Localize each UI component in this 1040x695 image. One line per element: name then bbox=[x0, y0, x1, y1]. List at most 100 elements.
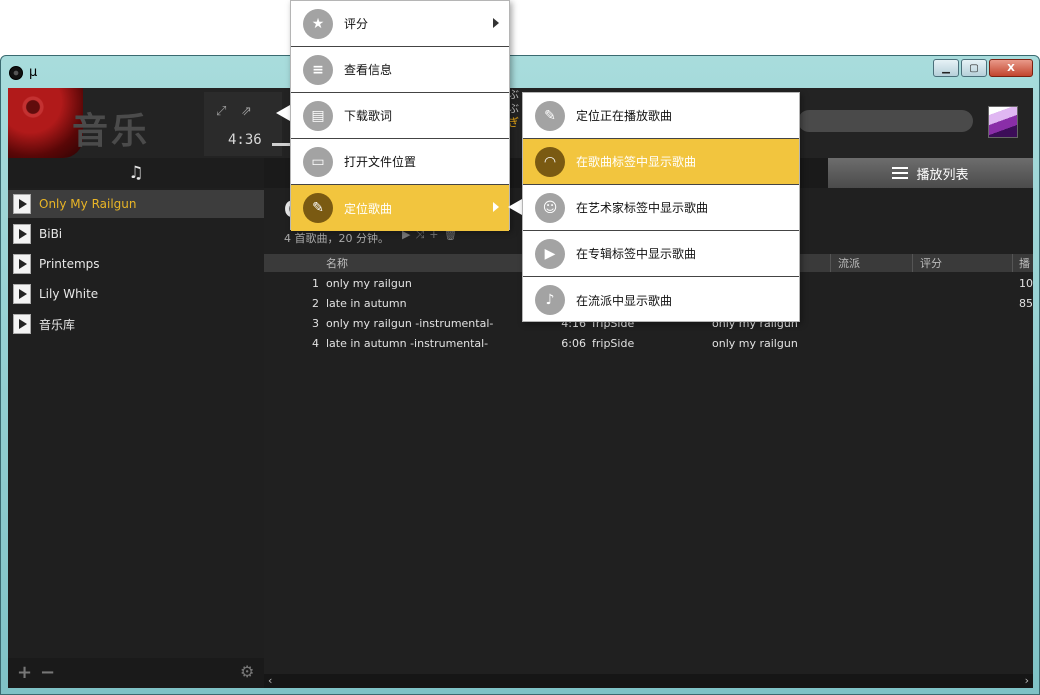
menu-item-label: 定位歌曲 bbox=[344, 201, 393, 216]
menu-item-label: 定位正在播放歌曲 bbox=[576, 109, 673, 123]
tab-music[interactable]: ♫ bbox=[8, 158, 264, 188]
pin-icon: ✎ bbox=[303, 193, 333, 223]
column-divider[interactable] bbox=[1012, 254, 1013, 272]
track-title: only my railgun -instrumental- bbox=[326, 317, 494, 330]
column-divider[interactable] bbox=[912, 254, 913, 272]
popout-icon[interactable]: ⇗ bbox=[241, 104, 252, 119]
info-icon: ≡ bbox=[303, 54, 333, 85]
menu-item-label: 在艺术家标签中显示歌曲 bbox=[576, 201, 709, 215]
sidebar-item-music-library[interactable]: 音乐库 bbox=[8, 310, 264, 338]
sidebar-item-label: Only My Railgun bbox=[39, 197, 137, 211]
playlist-icon bbox=[13, 284, 31, 304]
artist-icon: ☺ bbox=[535, 192, 565, 223]
tab-playlist-label: 播放列表 bbox=[916, 167, 969, 183]
tab-playlist[interactable]: 播放列表 bbox=[828, 158, 1033, 188]
menu-item-locate-song[interactable]: ✎ 定位歌曲 bbox=[291, 185, 509, 231]
sidebar-item-bibi[interactable]: BiBi bbox=[8, 220, 264, 248]
track-number: 2 bbox=[312, 297, 319, 310]
sidebar-item-label: Lily White bbox=[39, 287, 99, 301]
close-button[interactable]: X bbox=[989, 59, 1033, 77]
menu-item-rate[interactable]: ★ 评分 bbox=[291, 1, 509, 47]
track-number: 4 bbox=[312, 337, 319, 350]
playlist-summary: 4 首歌曲，20 分钟。 bbox=[284, 232, 389, 245]
column-play-count[interactable]: 播 bbox=[1019, 255, 1030, 271]
menu-item-label: 在专辑标签中显示歌曲 bbox=[576, 247, 697, 261]
submenu-pointer bbox=[508, 199, 522, 215]
menu-item-label: 下载歌词 bbox=[344, 109, 393, 123]
track-title: only my railgun bbox=[326, 277, 412, 290]
menu-item-show-in-albums-tab[interactable]: ▶ 在专辑标签中显示歌曲 bbox=[523, 231, 799, 277]
track-number: 1 bbox=[312, 277, 319, 290]
submenu-arrow-icon bbox=[493, 18, 499, 28]
sidebar-item-only-my-railgun[interactable]: Only My Railgun bbox=[8, 190, 264, 218]
sidebar-item-label: BiBi bbox=[39, 227, 63, 241]
tab-bar: ♫ 播放列表 bbox=[8, 158, 1033, 188]
user-avatar[interactable] bbox=[988, 106, 1018, 138]
track-number: 3 bbox=[312, 317, 319, 330]
menu-pointer bbox=[276, 105, 290, 121]
menu-item-label: 打开文件位置 bbox=[344, 155, 417, 169]
expand-icon[interactable]: ⤢ bbox=[216, 104, 226, 119]
window-title: μ bbox=[29, 65, 38, 80]
column-genre[interactable]: 流派 bbox=[838, 255, 860, 271]
playlist-icon bbox=[13, 194, 31, 214]
track-duration: 6:06 bbox=[561, 337, 586, 350]
track-title: late in autumn bbox=[326, 297, 407, 310]
window-controls: ▁ ▢ X bbox=[931, 59, 1033, 77]
track-play-count: 85 bbox=[1019, 297, 1033, 310]
search-input[interactable] bbox=[798, 110, 973, 132]
playlist-icon bbox=[13, 254, 31, 274]
context-menu: ★ 评分 ≡ 查看信息 ▤ 下载歌词 ▭ 打开文件位置 ✎ 定位歌曲 bbox=[290, 0, 510, 231]
playlist-icon bbox=[13, 224, 31, 244]
menu-item-download-lyrics[interactable]: ▤ 下载歌词 bbox=[291, 93, 509, 139]
list-icon bbox=[892, 167, 909, 179]
track-artist: fripSide bbox=[592, 337, 635, 350]
add-playlist-button[interactable]: + bbox=[17, 662, 32, 683]
scroll-right-arrow[interactable]: › bbox=[1025, 674, 1029, 687]
time-display: 4:36 bbox=[228, 132, 262, 148]
track-title: late in autumn -instrumental- bbox=[326, 337, 489, 350]
title-bar[interactable]: μ ▁ ▢ X bbox=[1, 56, 1039, 88]
column-divider[interactable] bbox=[830, 254, 831, 272]
app-client-area: 音乐 ⤢ ⇗ 4:36 ぶ ぶ ぎ ♫ 播放列表 Only My Railgun… bbox=[8, 88, 1033, 688]
menu-item-show-in-genres[interactable]: ♪ 在流派中显示歌曲 bbox=[523, 277, 799, 323]
app-window: μ ▁ ▢ X 音乐 ⤢ ⇗ 4:36 ぶ ぶ ぎ ♫ 播放列表 Only My… bbox=[0, 55, 1040, 695]
sidebar-item-label: 音乐库 bbox=[39, 317, 76, 332]
column-name[interactable]: 名称 bbox=[326, 255, 348, 271]
album-play-icon: ▶ bbox=[535, 238, 565, 269]
maximize-button[interactable]: ▢ bbox=[961, 59, 987, 77]
horizontal-scrollbar[interactable]: ‹ › bbox=[264, 674, 1033, 688]
menu-item-open-file-location[interactable]: ▭ 打开文件位置 bbox=[291, 139, 509, 185]
column-rating[interactable]: 评分 bbox=[920, 255, 942, 271]
gear-icon[interactable]: ⚙ bbox=[240, 662, 254, 681]
app-logo-icon bbox=[9, 66, 23, 80]
sidebar-footer: + − ⚙ bbox=[8, 658, 264, 688]
table-row[interactable]: 4 late in autumn -instrumental- 6:06 fri… bbox=[264, 334, 1033, 354]
sidebar: Only My Railgun BiBi Printemps Lily Whit… bbox=[8, 188, 264, 688]
track-play-count: 10 bbox=[1019, 277, 1033, 290]
pin-icon: ✎ bbox=[535, 100, 565, 131]
headphones-icon: ◠ bbox=[535, 146, 565, 177]
locate-song-submenu: ✎ 定位正在播放歌曲 ◠ 在歌曲标签中显示歌曲 ☺ 在艺术家标签中显示歌曲 ▶ … bbox=[522, 92, 800, 322]
track-album: only my railgun bbox=[712, 337, 798, 350]
menu-item-label: 评分 bbox=[344, 17, 369, 31]
remove-playlist-button[interactable]: − bbox=[40, 662, 55, 683]
sidebar-item-printemps[interactable]: Printemps bbox=[8, 250, 264, 278]
menu-item-view-info[interactable]: ≡ 查看信息 bbox=[291, 47, 509, 93]
star-icon: ★ bbox=[303, 8, 333, 39]
menu-item-locate-now-playing[interactable]: ✎ 定位正在播放歌曲 bbox=[523, 93, 799, 139]
sidebar-item-label: Printemps bbox=[39, 257, 100, 271]
submenu-arrow-icon bbox=[493, 202, 499, 212]
section-title: 音乐 bbox=[72, 111, 151, 152]
menu-item-show-in-songs-tab[interactable]: ◠ 在歌曲标签中显示歌曲 bbox=[523, 139, 799, 185]
minimize-button[interactable]: ▁ bbox=[933, 59, 959, 77]
menu-item-label: 在流派中显示歌曲 bbox=[576, 293, 673, 308]
playlist-icon bbox=[13, 314, 31, 334]
sidebar-item-lily-white[interactable]: Lily White bbox=[8, 280, 264, 308]
lyrics-icon: ▤ bbox=[303, 100, 333, 131]
menu-item-label: 在歌曲标签中显示歌曲 bbox=[576, 155, 697, 169]
scroll-left-arrow[interactable]: ‹ bbox=[268, 674, 272, 687]
folder-icon: ▭ bbox=[303, 146, 333, 177]
menu-item-label: 查看信息 bbox=[344, 63, 393, 77]
menu-item-show-in-artists-tab[interactable]: ☺ 在艺术家标签中显示歌曲 bbox=[523, 185, 799, 231]
